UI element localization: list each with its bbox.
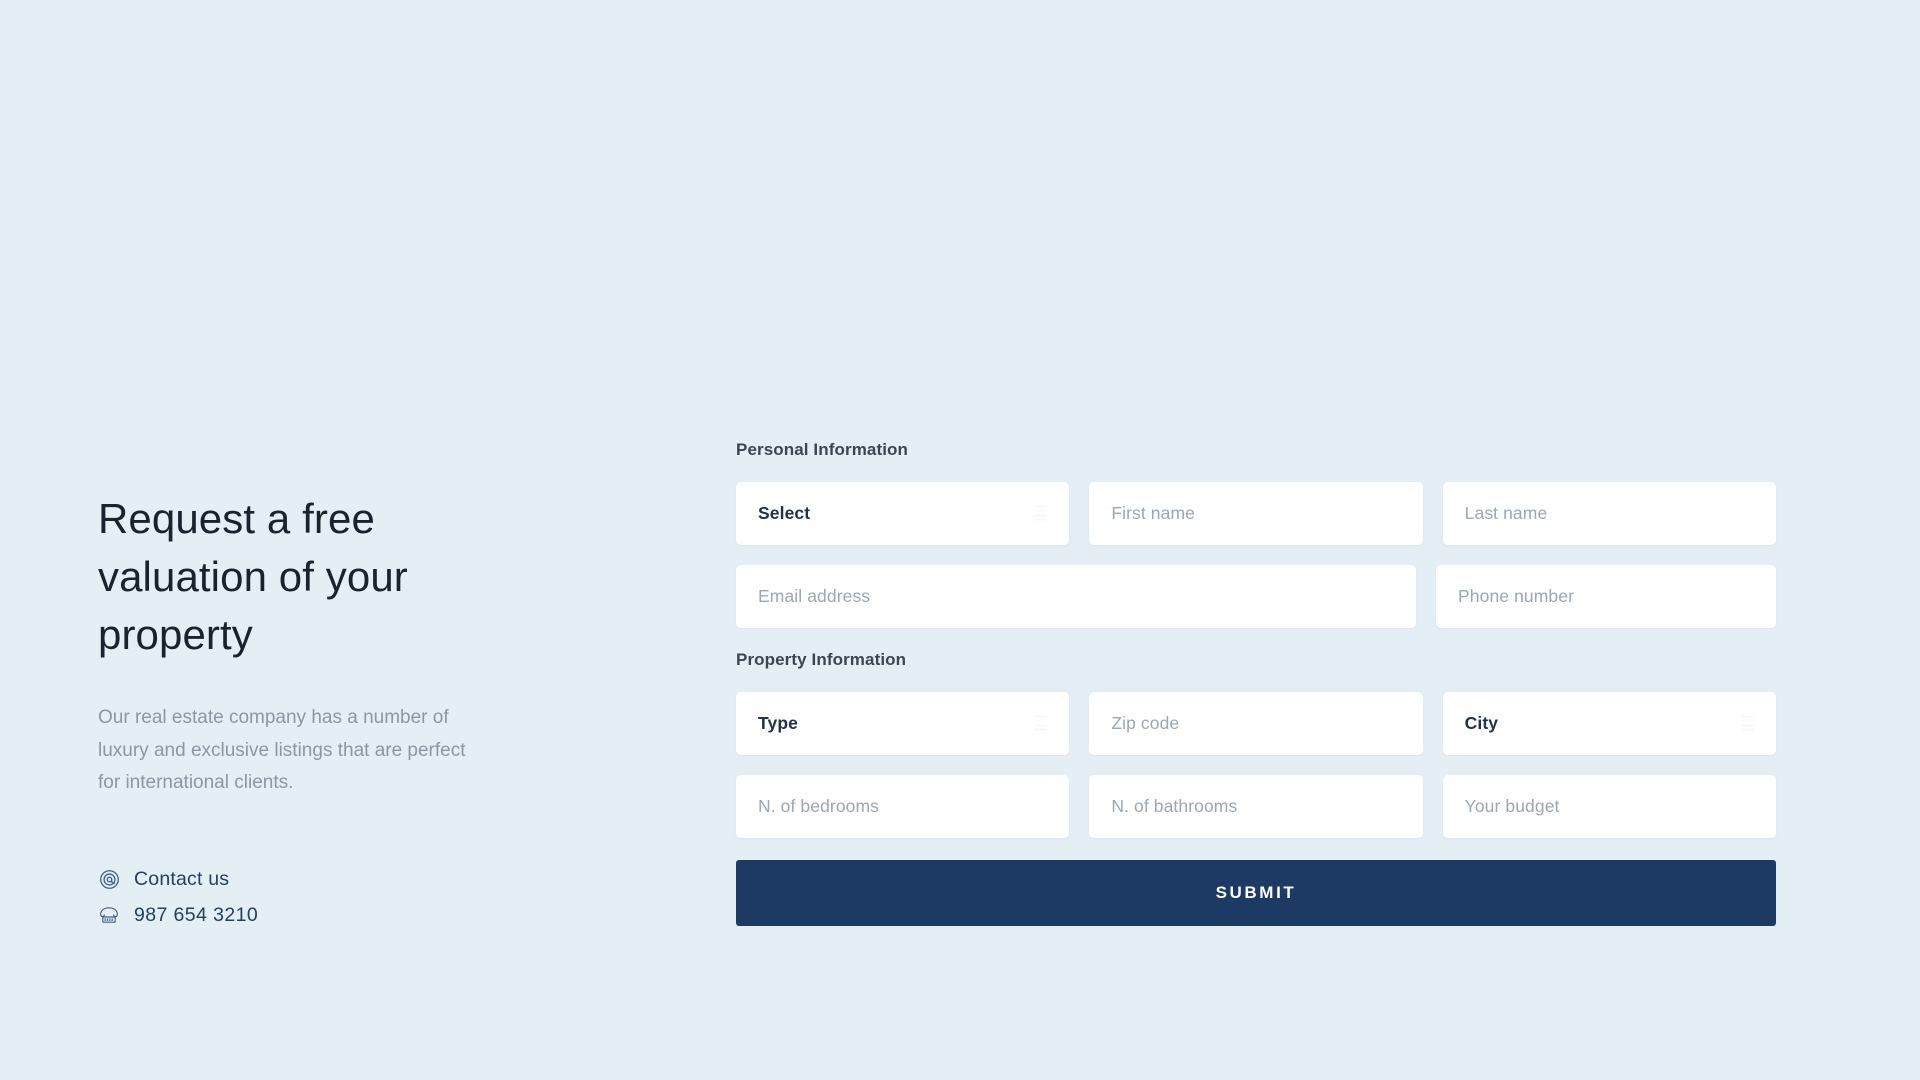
phone-input[interactable]: Phone number — [1436, 565, 1776, 628]
property-type-value: Type — [758, 713, 798, 733]
intro-column: Request a free valuation of your propert… — [98, 490, 518, 940]
city-select[interactable]: City — [1442, 692, 1776, 755]
zip-code-input[interactable]: Zip code — [1089, 692, 1423, 755]
last-name-placeholder: Last name — [1464, 503, 1548, 523]
first-name-placeholder: First name — [1111, 503, 1195, 523]
intro-paragraph: Our real estate company has a number of … — [98, 706, 466, 794]
submit-button[interactable]: SUBMIT — [736, 860, 1776, 926]
last-name-input[interactable]: Last name — [1442, 482, 1776, 545]
valuation-request-page: Request a free valuation of your propert… — [0, 0, 1920, 1080]
zip-code-placeholder: Zip code — [1111, 713, 1180, 733]
property-type-select[interactable]: Type — [736, 692, 1070, 755]
chevron-down-icon — [1741, 715, 1754, 732]
title-select-value: Select — [758, 503, 811, 523]
contact-block: Contact us 987 654 3210 — [98, 868, 518, 927]
phone-number-label: 987 654 3210 — [134, 903, 259, 926]
bathrooms-input[interactable]: N. of bathrooms — [1089, 775, 1423, 838]
chevron-down-icon — [1034, 715, 1048, 732]
title-select[interactable]: Select — [736, 482, 1070, 545]
email-placeholder: Email address — [758, 586, 871, 606]
first-name-input[interactable]: First name — [1089, 482, 1423, 545]
city-value: City — [1464, 713, 1499, 733]
phone-placeholder: Phone number — [1458, 586, 1575, 606]
section-label-property: Property Information — [736, 650, 907, 669]
section-label-personal: Personal Information — [736, 440, 909, 459]
personal-row-2: Email address Phone number — [736, 565, 1776, 628]
telephone-icon — [98, 904, 120, 926]
contact-us-label: Contact us — [134, 867, 230, 890]
at-sign-circle-icon — [98, 868, 120, 890]
contact-us-row[interactable]: Contact us — [98, 868, 518, 891]
page-title: Request a free valuation of your propert… — [98, 495, 408, 658]
email-input[interactable]: Email address — [736, 565, 1416, 628]
budget-input[interactable]: Your budget — [1442, 775, 1776, 838]
phone-row[interactable]: 987 654 3210 — [98, 904, 518, 927]
personal-row-1: Select First name Last name — [736, 482, 1776, 545]
property-row-2: N. of bedrooms N. of bathrooms Your budg… — [736, 775, 1776, 838]
chevron-down-icon — [1034, 505, 1048, 522]
bathrooms-placeholder: N. of bathrooms — [1111, 796, 1238, 816]
budget-placeholder: Your budget — [1464, 796, 1560, 816]
bedrooms-input[interactable]: N. of bedrooms — [736, 775, 1070, 838]
bedrooms-placeholder: N. of bedrooms — [758, 796, 880, 816]
valuation-form: Personal Information Select First name L… — [736, 440, 1776, 926]
property-row-1: Type Zip code City — [736, 692, 1776, 755]
